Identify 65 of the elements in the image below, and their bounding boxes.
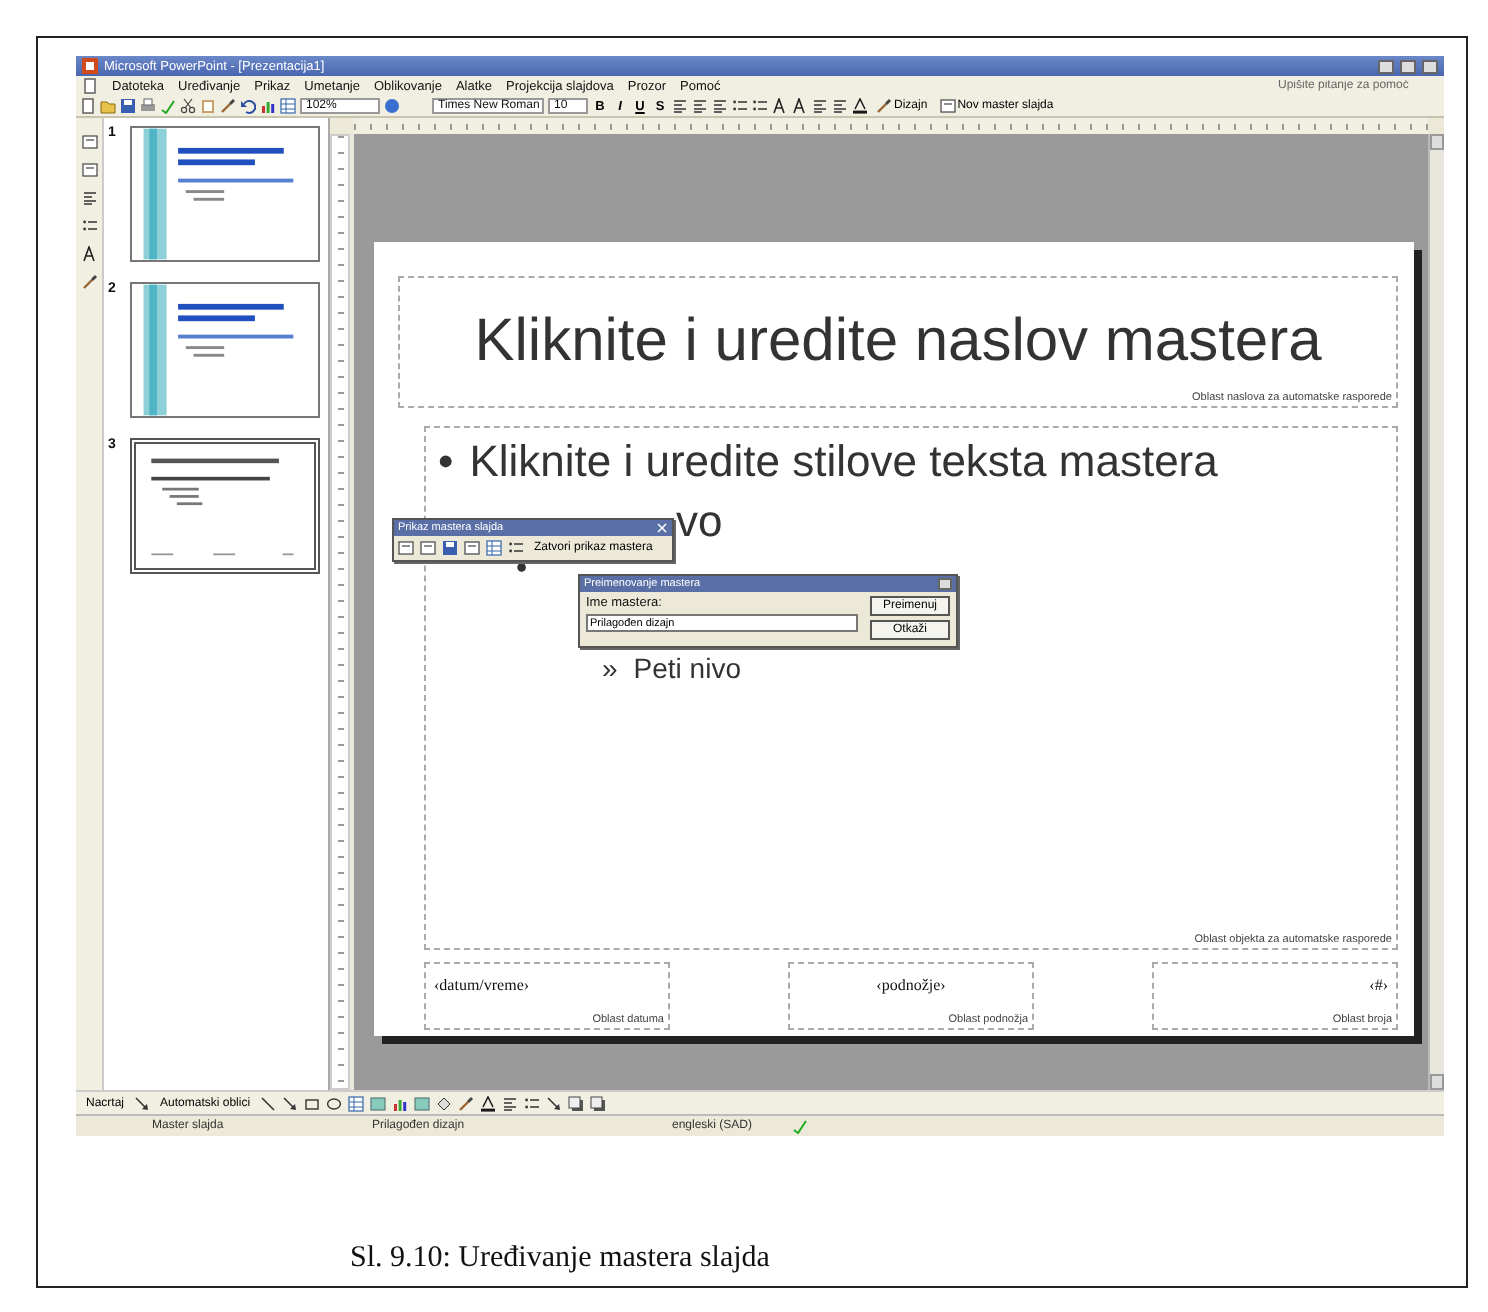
brush-icon[interactable]: [876, 98, 892, 114]
list-icon[interactable]: [732, 98, 748, 114]
font-size-icon[interactable]: [772, 98, 788, 114]
font-color-icon[interactable]: [480, 1095, 497, 1111]
minimize-button[interactable]: [1378, 59, 1394, 73]
slide-icon[interactable]: [398, 540, 414, 556]
close-button[interactable]: [938, 578, 952, 590]
list-icon[interactable]: [81, 218, 97, 234]
footer-text: ‹podnožje›: [876, 976, 946, 994]
bullet-text: vo: [676, 496, 723, 548]
list-icon[interactable]: [752, 98, 768, 114]
spellcheck-icon[interactable]: [792, 1118, 808, 1134]
slide-icon[interactable]: [939, 98, 956, 114]
arrow-icon[interactable]: [134, 1095, 151, 1111]
bullet: •: [438, 436, 454, 487]
align-icon[interactable]: [712, 98, 728, 114]
slide-thumbnail[interactable]: [129, 126, 320, 262]
slide-icon[interactable]: [420, 540, 436, 556]
footer-text: ‹#›: [1369, 976, 1388, 994]
arrow-icon[interactable]: [546, 1095, 563, 1111]
scrollbar[interactable]: [1428, 134, 1444, 1090]
rectangle-icon[interactable]: [304, 1095, 321, 1111]
save-icon[interactable]: [120, 98, 136, 114]
slide-thumbnail[interactable]: [129, 438, 320, 574]
align-icon[interactable]: [692, 98, 708, 114]
chart-icon[interactable]: [260, 98, 276, 114]
spellcheck-icon[interactable]: [160, 98, 176, 114]
align-icon[interactable]: [832, 98, 848, 114]
scissors-icon[interactable]: [180, 98, 196, 114]
oval-icon[interactable]: [326, 1095, 343, 1111]
align-icon[interactable]: [81, 190, 97, 206]
save-icon[interactable]: [442, 540, 458, 556]
brush-icon[interactable]: [81, 274, 97, 290]
align-icon[interactable]: [672, 98, 688, 114]
list-icon[interactable]: [508, 540, 524, 556]
table-icon[interactable]: [348, 1095, 365, 1111]
slide-icon[interactable]: [464, 540, 480, 556]
table-icon[interactable]: [486, 540, 502, 556]
bullet-text: Peti nivo: [633, 651, 741, 685]
close-button[interactable]: [1422, 59, 1438, 73]
undo-icon[interactable]: [240, 98, 256, 114]
slide-thumbnail[interactable]: [129, 282, 320, 418]
table-icon[interactable]: [280, 98, 296, 114]
align-icon[interactable]: [502, 1095, 519, 1111]
maximize-button[interactable]: [1400, 59, 1416, 73]
close-icon[interactable]: [656, 522, 668, 534]
font-size-icon[interactable]: [81, 246, 97, 262]
chart-icon[interactable]: [392, 1095, 409, 1111]
font-color-icon[interactable]: [852, 98, 868, 114]
list-icon[interactable]: [524, 1095, 541, 1111]
arrow-icon[interactable]: [282, 1095, 299, 1111]
footer-text: ‹datum/vreme›: [434, 976, 530, 994]
printer-icon[interactable]: [140, 98, 156, 114]
align-icon[interactable]: [812, 98, 828, 114]
bullet: »: [602, 651, 618, 685]
font-size-icon[interactable]: [792, 98, 808, 114]
slide-title: Kliknite i uredite naslov mastera: [474, 308, 1322, 376]
line-icon[interactable]: [260, 1095, 277, 1111]
bullet-text: Kliknite i uredite stilove teksta mastera: [469, 436, 1218, 487]
app-icon: [82, 58, 98, 74]
figure-caption: Sl. 9.10: Uređivanje mastera slajda: [350, 1242, 770, 1274]
slide-icon[interactable]: [81, 134, 97, 150]
brush-icon[interactable]: [220, 98, 236, 114]
brush-icon[interactable]: [458, 1095, 475, 1111]
slide-icon[interactable]: [81, 162, 97, 178]
